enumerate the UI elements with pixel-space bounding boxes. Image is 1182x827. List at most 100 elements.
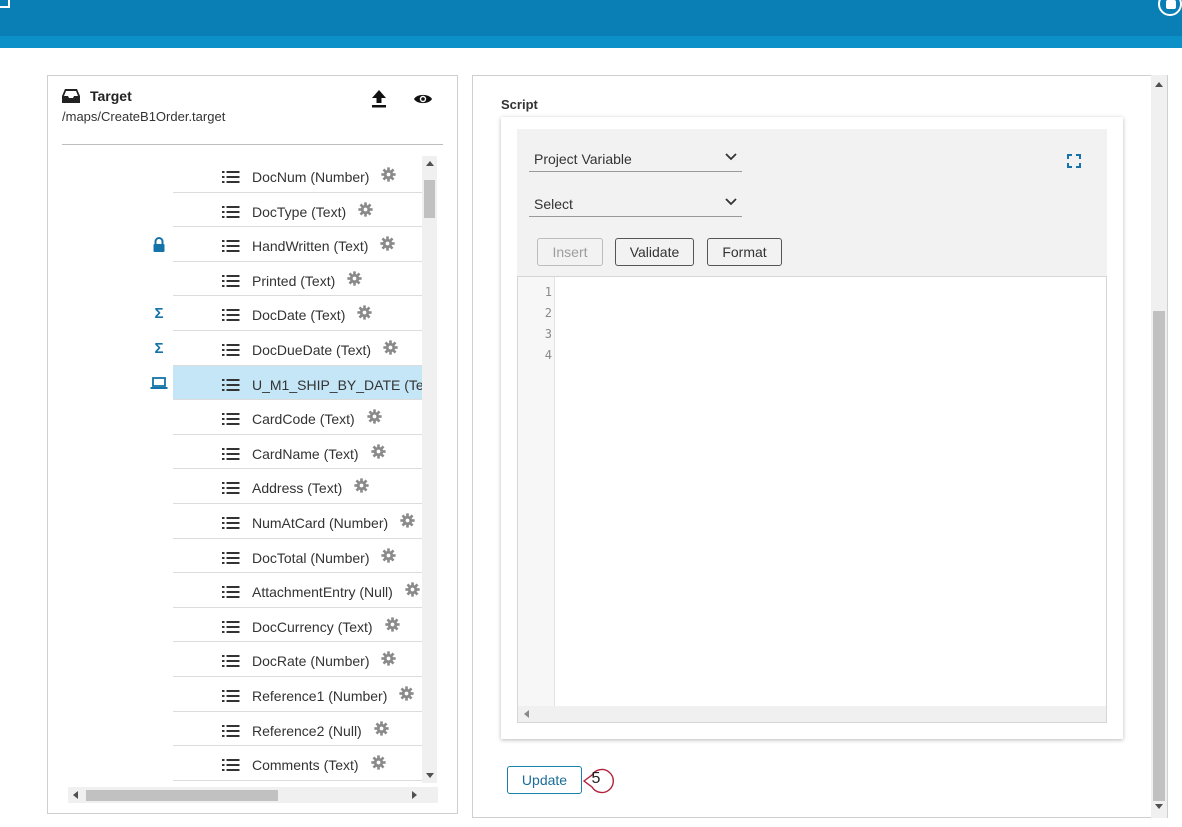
gear-icon[interactable] bbox=[400, 513, 415, 528]
tree-row-label: DocType (Text) bbox=[252, 203, 347, 220]
app-header bbox=[0, 0, 1182, 36]
tree-row[interactable]: Σ DocDueDate (Text) bbox=[62, 331, 422, 366]
list-icon bbox=[222, 309, 240, 322]
list-icon bbox=[222, 759, 240, 772]
tree-row-label: Comments (Text) bbox=[252, 757, 359, 774]
target-path: /maps/CreateB1Order.target bbox=[62, 109, 226, 124]
function-select[interactable]: Select bbox=[529, 186, 742, 217]
tree-row-label: CardCode (Text) bbox=[252, 411, 355, 428]
gear-icon[interactable] bbox=[374, 720, 389, 736]
script-title: Script bbox=[501, 97, 538, 112]
gear-icon[interactable] bbox=[347, 271, 362, 286]
tree-horizontal-scrollbar[interactable] bbox=[68, 787, 438, 803]
tree-row[interactable]: Address (Text) bbox=[62, 469, 422, 504]
scroll-thumb[interactable] bbox=[424, 180, 435, 218]
code-editor[interactable]: 1 2 3 4 bbox=[517, 276, 1107, 723]
format-button[interactable]: Format bbox=[707, 238, 782, 266]
script-editor-card: Project Variable Select Insert Validate … bbox=[501, 117, 1123, 739]
gear-icon[interactable] bbox=[405, 582, 420, 597]
gear-icon[interactable] bbox=[371, 755, 386, 770]
gear-icon[interactable] bbox=[385, 617, 400, 632]
gear-icon[interactable] bbox=[367, 409, 382, 424]
line-number: 1 bbox=[544, 285, 552, 299]
tree-row[interactable]: DocNum (Number) bbox=[62, 158, 422, 193]
tree-row[interactable]: DocType (Text) bbox=[62, 193, 422, 228]
tree-row[interactable]: HandWritten (Text) bbox=[62, 227, 422, 262]
step-number: 5 bbox=[591, 770, 601, 787]
scroll-left-arrow-icon[interactable] bbox=[524, 710, 529, 718]
scroll-left-arrow-icon[interactable] bbox=[68, 787, 84, 803]
update-button[interactable]: Update bbox=[507, 766, 582, 794]
scroll-up-arrow-icon[interactable] bbox=[1155, 82, 1163, 87]
gear-icon[interactable] bbox=[399, 686, 414, 701]
tree-row[interactable]: U_M1_SHIP_BY_DATE (Text) bbox=[62, 365, 422, 401]
list-icon bbox=[222, 586, 240, 599]
list-icon bbox=[222, 413, 240, 426]
tree-row-label: DocDueDate (Text) bbox=[252, 342, 372, 358]
scroll-thumb[interactable] bbox=[1153, 311, 1165, 801]
tree-vertical-scrollbar[interactable] bbox=[422, 156, 437, 783]
scroll-down-arrow-icon[interactable] bbox=[1155, 804, 1163, 809]
fullscreen-icon[interactable] bbox=[1067, 154, 1081, 168]
tree-row-label: Printed (Text) bbox=[252, 272, 336, 289]
gear-icon[interactable] bbox=[354, 478, 369, 494]
eye-icon[interactable] bbox=[413, 92, 433, 106]
laptop-icon bbox=[150, 376, 168, 392]
list-icon bbox=[222, 655, 240, 668]
gear-icon[interactable] bbox=[383, 340, 398, 355]
tree-row[interactable]: Reference2 (Null) bbox=[62, 712, 422, 747]
list-icon bbox=[222, 274, 240, 287]
tree-row-label: U_M1_SHIP_BY_DATE (Text) bbox=[252, 376, 422, 393]
insert-button[interactable]: Insert bbox=[537, 238, 603, 266]
tree-row[interactable]: Σ DocDate (Text) bbox=[62, 296, 422, 331]
user-avatar-button[interactable] bbox=[1158, 0, 1182, 16]
validate-button[interactable]: Validate bbox=[615, 238, 694, 266]
gear-icon[interactable] bbox=[381, 167, 396, 182]
list-icon bbox=[222, 724, 240, 737]
tree-row-label: Address (Text) bbox=[252, 480, 343, 497]
target-divider bbox=[62, 144, 443, 145]
tree-row[interactable]: NumAtCard (Number) bbox=[62, 504, 422, 539]
target-panel: Target /maps/CreateB1Order.target DocNum… bbox=[47, 75, 458, 814]
scroll-up-arrow-icon[interactable] bbox=[422, 156, 437, 171]
list-icon bbox=[222, 240, 240, 253]
tree-row[interactable]: DocTotal (Number) bbox=[62, 539, 422, 574]
gear-icon[interactable] bbox=[381, 547, 396, 563]
upload-icon[interactable] bbox=[370, 89, 388, 109]
tree-row[interactable]: DocRate (Number) bbox=[62, 642, 422, 677]
menu-icon[interactable] bbox=[0, 0, 10, 8]
list-icon bbox=[222, 447, 240, 460]
gear-icon[interactable] bbox=[357, 305, 372, 321]
scroll-down-arrow-icon[interactable] bbox=[422, 768, 437, 783]
scroll-thumb[interactable] bbox=[86, 790, 278, 801]
tree-row-label: NumAtCard (Number) bbox=[252, 515, 389, 531]
project-variable-select[interactable]: Project Variable bbox=[529, 141, 742, 172]
gear-icon[interactable] bbox=[371, 444, 386, 459]
tree-row[interactable]: DocCurrency (Text) bbox=[62, 608, 422, 643]
scroll-right-arrow-icon[interactable] bbox=[406, 787, 422, 803]
tree-row[interactable]: CardName (Text) bbox=[62, 435, 422, 470]
tree-row[interactable]: Comments (Text) bbox=[62, 746, 422, 781]
tree-row[interactable]: Reference1 (Number) bbox=[62, 677, 422, 712]
list-icon bbox=[222, 171, 240, 183]
tree-row-label: Reference1 (Number) bbox=[252, 688, 388, 704]
lock-icon bbox=[152, 237, 166, 253]
page-vertical-scrollbar[interactable] bbox=[1151, 75, 1167, 818]
gear-icon[interactable] bbox=[380, 236, 395, 251]
tree-row-label: CardName (Text) bbox=[252, 445, 359, 462]
sigma-icon: Σ bbox=[154, 340, 164, 357]
gear-icon[interactable] bbox=[358, 201, 373, 217]
editor-horizontal-scrollbar[interactable] bbox=[518, 706, 1106, 722]
line-number: 4 bbox=[544, 348, 552, 362]
tree-row[interactable]: CardCode (Text) bbox=[62, 400, 422, 435]
sigma-icon: Σ bbox=[154, 305, 164, 323]
chevron-down-icon bbox=[725, 198, 737, 206]
project-variable-select-value: Project Variable bbox=[534, 151, 632, 167]
list-icon bbox=[222, 344, 240, 356]
tree-row[interactable]: Printed (Text) bbox=[62, 262, 422, 297]
tree-row[interactable]: AttachmentEntry (Null) bbox=[62, 573, 422, 608]
gear-icon[interactable] bbox=[381, 651, 396, 667]
list-icon bbox=[222, 378, 240, 391]
tree-row-label: AttachmentEntry (Null) bbox=[252, 584, 393, 601]
list-icon bbox=[222, 620, 240, 633]
